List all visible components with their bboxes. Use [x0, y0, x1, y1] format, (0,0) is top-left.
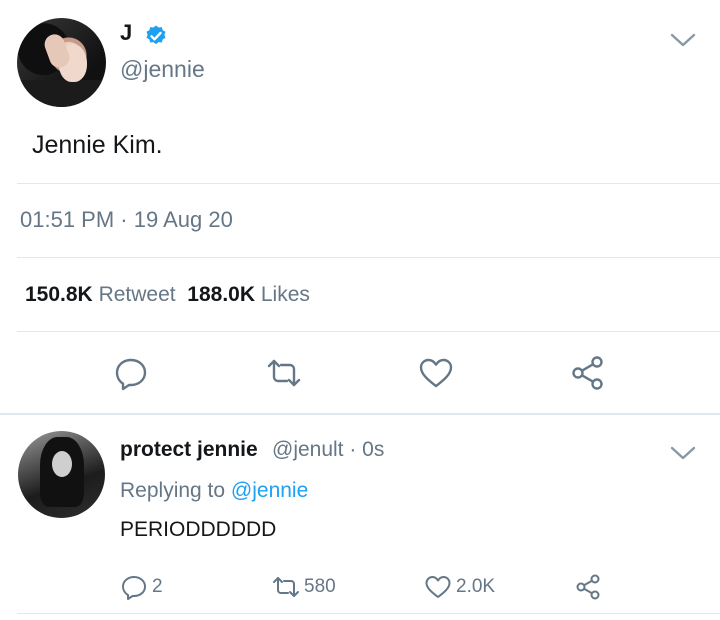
retweet-icon [273, 577, 299, 597]
retweet-label[interactable]: Retweet [99, 283, 176, 306]
retweet-count[interactable]: 150.8K [25, 283, 93, 306]
reply-retweet-button[interactable]: 580 [272, 572, 336, 602]
tweet-stats: 150.8K Retweet 188.0K Likes [25, 283, 310, 307]
like-count[interactable]: 188.0K [187, 283, 255, 306]
replying-to-mention[interactable]: @jennie [231, 479, 308, 502]
divider [17, 257, 720, 258]
reply-text: PERIODDDDDD [120, 518, 277, 541]
divider [0, 413, 720, 415]
tweet-text: Jennie Kim. [32, 131, 163, 159]
reply-like-button[interactable]: 2.0K [424, 572, 495, 602]
author-display-name[interactable]: J [120, 20, 132, 46]
reply-reply-count: 2 [152, 576, 163, 597]
replying-to: Replying to @jennie [120, 479, 308, 503]
reply-author-avatar[interactable] [18, 431, 105, 518]
author-handle[interactable]: @jennie [120, 56, 205, 83]
divider [17, 331, 720, 332]
divider [17, 183, 720, 184]
like-icon [425, 576, 451, 598]
reply-handle-time[interactable]: @jenult · 0s [272, 438, 384, 462]
like-label[interactable]: Likes [261, 283, 310, 306]
divider [17, 613, 720, 614]
chevron-down-icon[interactable] [670, 33, 696, 47]
share-icon [576, 574, 600, 600]
share-icon[interactable] [570, 355, 606, 391]
reply-author-display-name[interactable]: protect jennie [120, 438, 258, 462]
reply-share-button[interactable] [574, 572, 602, 602]
reply-icon[interactable] [113, 355, 149, 391]
author-avatar[interactable] [17, 18, 106, 107]
tweet-timestamp[interactable]: 01:51 PM · 19 Aug 20 [20, 207, 233, 233]
replying-prefix: Replying to [120, 479, 226, 502]
like-icon[interactable] [418, 355, 454, 391]
reply-icon [122, 576, 146, 600]
retweet-icon[interactable] [266, 355, 302, 391]
reply-retweet-count: 580 [304, 576, 336, 597]
reply-like-count: 2.0K [456, 576, 496, 597]
chevron-down-icon[interactable] [670, 446, 696, 460]
verified-badge-icon [146, 25, 166, 45]
reply-reply-button[interactable]: 2 [120, 572, 163, 602]
